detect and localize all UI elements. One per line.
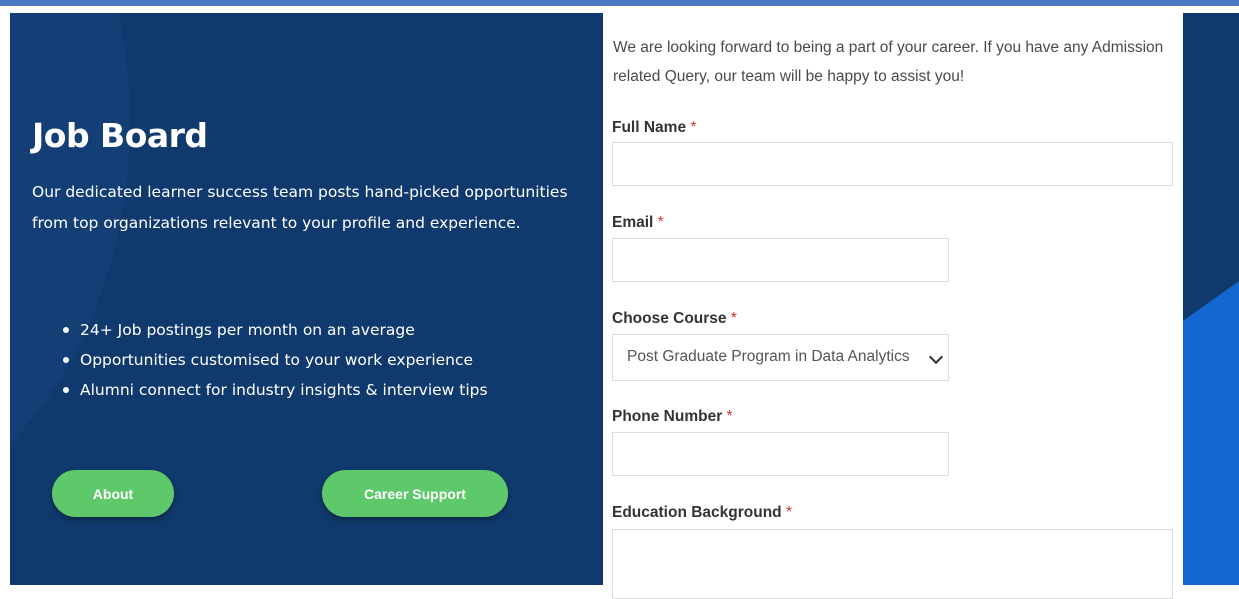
right-decor-band — [1183, 13, 1239, 585]
feature-text: Alumni connect for industry insights & i… — [80, 381, 488, 399]
required-marker: * — [726, 408, 733, 425]
background-swoosh — [10, 13, 130, 533]
phone-input[interactable] — [612, 432, 949, 476]
hero-description: Our dedicated learner success team posts… — [32, 183, 568, 232]
feature-list: 24+ Job postings per month on an average… — [62, 315, 488, 405]
course-select[interactable]: Post Graduate Program in Data Analytics — [612, 334, 949, 381]
list-item: Alumni connect for industry insights & i… — [62, 375, 488, 405]
course-label-text: Choose Course — [612, 310, 727, 327]
decor-wedge — [1183, 281, 1239, 585]
education-input[interactable] — [612, 529, 1173, 599]
bullet-dot-icon — [63, 327, 69, 333]
required-marker: * — [657, 214, 664, 231]
full-name-label-text: Full Name — [612, 119, 687, 136]
full-name-input[interactable] — [612, 142, 1173, 186]
top-accent-bar — [0, 0, 1239, 6]
email-label-text: Email — [612, 214, 654, 231]
list-item: Opportunities customised to your work ex… — [62, 345, 488, 375]
required-marker: * — [730, 310, 737, 327]
course-selected-value: Post Graduate Program in Data Analytics — [627, 348, 910, 365]
form-intro: We are looking forward to being a part o… — [613, 39, 1164, 85]
feature-text: 24+ Job postings per month on an average — [80, 321, 415, 339]
page-title: Job Board — [32, 116, 208, 155]
full-name-label: Full Name * — [612, 119, 696, 137]
bullet-dot-icon — [63, 357, 69, 363]
required-marker: * — [785, 504, 793, 521]
enquiry-form: We are looking forward to being a part o… — [603, 13, 1183, 599]
phone-label: Phone Number * — [612, 408, 733, 426]
course-label: Choose Course * — [612, 310, 737, 328]
about-button[interactable]: About — [52, 470, 174, 517]
phone-label-text: Phone Number — [612, 408, 723, 425]
email-input[interactable] — [612, 238, 949, 282]
feature-text: Opportunities customised to your work ex… — [80, 351, 474, 369]
required-marker: * — [690, 119, 697, 136]
education-label: Education Background * — [612, 504, 792, 522]
list-item: 24+ Job postings per month on an average — [62, 315, 488, 345]
chevron-down-icon — [928, 349, 944, 365]
bullet-dot-icon — [63, 387, 69, 393]
job-board-panel: Job Board Our dedicated learner success … — [10, 13, 603, 585]
education-label-text: Education Background — [612, 504, 782, 521]
email-label: Email * — [612, 214, 664, 232]
career-support-button[interactable]: Career Support — [322, 470, 508, 517]
